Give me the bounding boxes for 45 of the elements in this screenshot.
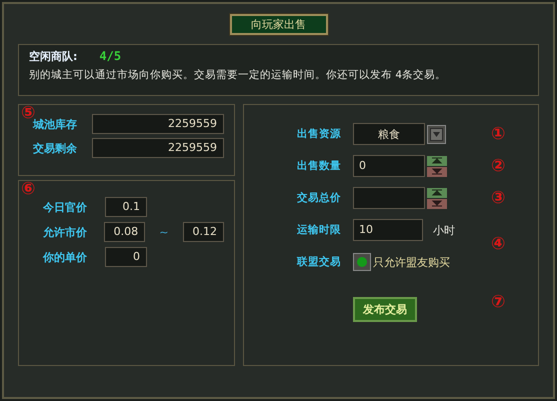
idle-caravan-label: 空闲商队: [29,49,78,64]
field-label: 交易总价 [296,191,341,205]
alliance-checkbox[interactable] [353,253,371,271]
value-field: 2259559 [92,114,224,134]
increase-button[interactable] [427,156,447,166]
decrease-button[interactable] [427,166,447,176]
price-field: 0 [105,247,147,267]
price-field: 0.12 [182,222,224,242]
value-field: 2259559 [92,138,224,158]
up-arrow-icon [431,157,443,164]
down-arrow-icon [431,200,443,207]
annotation-marker: ③ [491,190,506,206]
annotation-marker: ⑥ [21,181,36,198]
hours-field[interactable]: 10 [353,219,423,241]
field-label: 出售资源 [296,127,341,141]
field-label: 你的单价 [43,250,88,264]
annotation-marker: ⑦ [491,294,506,310]
up-arrow-icon [431,189,443,196]
increase-button[interactable] [427,188,447,198]
decrease-button[interactable] [427,198,447,208]
price-field: 0.1 [105,197,147,217]
annotation-marker: ① [491,126,506,142]
field-label: 联盟交易 [296,255,341,269]
price-field: 0.08 [104,222,146,242]
caret-icon [430,128,443,140]
range-separator: ~ [158,226,170,238]
field-label: 出售数量 [296,159,341,173]
publish-button[interactable]: 发布交易 [353,297,417,322]
dropdown-button[interactable] [427,124,446,144]
field-label: 运输时限 [296,223,341,237]
down-arrow-icon [431,168,443,175]
idle-caravan-count: 4/5 [99,49,122,63]
field-label: 今日官价 [43,200,88,214]
resource-dropdown[interactable]: 粮食 [353,123,425,145]
checkbox-label: 只允许盟友购买 [373,254,450,270]
annotation-marker: ④ [491,236,506,252]
field-label: 交易剩余 [33,140,78,156]
number-field[interactable] [353,187,425,209]
field-label: 允许市价 [43,224,88,240]
window-title: 向玩家出售 [230,14,328,35]
number-field[interactable]: 0 [353,155,425,177]
annotation-marker: ② [491,158,506,174]
unit-label: 小时 [433,222,455,238]
field-label: 城池库存 [33,118,78,132]
info-text: 别的城主可以通过市场向你购买。交易需要一定的运输时间。你还可以发布 4条交易。 [29,68,448,82]
